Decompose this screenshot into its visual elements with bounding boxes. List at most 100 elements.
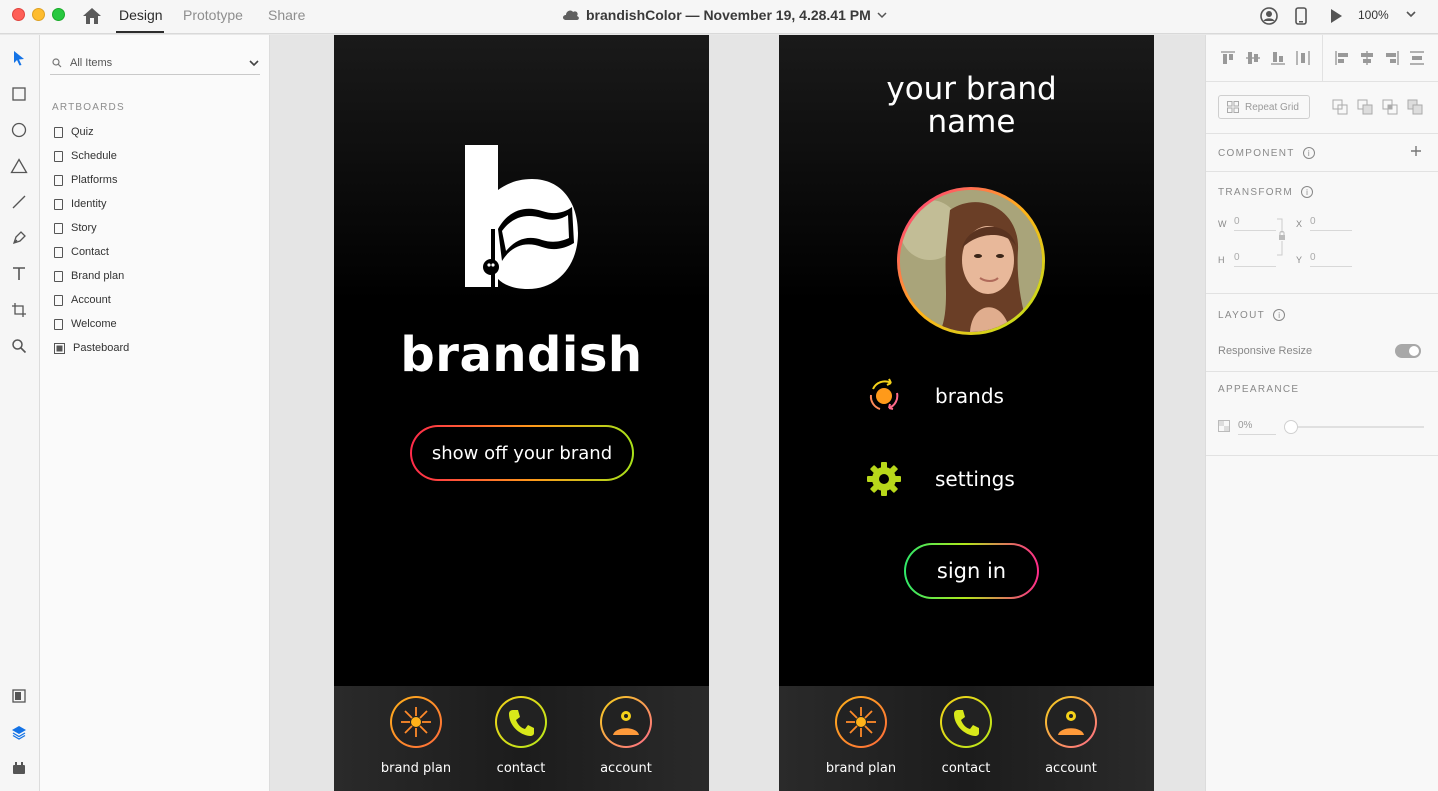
align-bottom-icon[interactable] (1270, 50, 1286, 66)
info-icon[interactable]: i (1301, 186, 1314, 198)
zoom-chevron-down-icon[interactable] (1405, 9, 1417, 19)
align-center-icon[interactable] (1359, 50, 1375, 66)
align-left-icon[interactable] (1334, 50, 1350, 66)
artboard-page-icon (54, 222, 63, 234)
chevron-down-icon[interactable] (248, 58, 260, 68)
opacity-slider-handle[interactable] (1284, 420, 1298, 434)
artboard-account[interactable]: your brand name brands settings sign in … (779, 35, 1154, 791)
assets-panel-button[interactable] (8, 685, 30, 707)
window-close-button[interactable] (12, 8, 25, 21)
responsive-resize-label: Responsive Resize (1218, 345, 1313, 357)
artboard-page-icon (54, 198, 63, 210)
artboard-item-story[interactable]: Story (54, 219, 97, 237)
info-icon[interactable]: i (1273, 309, 1286, 321)
window-maximize-button[interactable] (52, 8, 65, 21)
brandish-logo-icon (465, 145, 578, 289)
nav-brand-plan[interactable]: brand plan (816, 696, 906, 776)
artboard-item-quiz[interactable]: Quiz (54, 123, 94, 141)
user-account-icon[interactable] (1259, 6, 1279, 26)
window-minimize-button[interactable] (32, 8, 45, 21)
width-label: W (1218, 219, 1227, 229)
artboard-item-identity[interactable]: Identity (54, 195, 106, 213)
tab-share[interactable]: Share (268, 7, 305, 23)
appearance-label: APPEARANCE (1218, 384, 1300, 395)
artboard-tool[interactable] (8, 299, 30, 321)
document-title[interactable]: brandishColor — November 19, 4.28.41 PM (562, 7, 887, 23)
pointer-icon (14, 51, 24, 66)
artboard-item-welcome[interactable]: Welcome (54, 315, 117, 333)
info-icon[interactable]: i (1302, 147, 1315, 159)
y-field[interactable]: 0 (1310, 252, 1352, 267)
artboard-welcome[interactable]: brandish show off your brand brand plan … (334, 35, 709, 791)
nav-brand-plan[interactable]: brand plan (371, 696, 461, 776)
opacity-slider-track[interactable] (1292, 426, 1424, 428)
add-component-icon[interactable] (1410, 145, 1422, 157)
sign-in-label: sign in (906, 545, 1037, 597)
menu-item-brands[interactable]: brands (865, 377, 1004, 415)
opacity-field[interactable]: 0% (1238, 420, 1276, 435)
sign-in-button[interactable]: sign in (904, 543, 1039, 599)
width-field[interactable]: 0 (1234, 216, 1276, 231)
menu-item-settings[interactable]: settings (865, 460, 1015, 498)
section-divider (1206, 371, 1438, 372)
menu-label-brands: brands (935, 384, 1004, 408)
nav-label: brand plan (380, 761, 452, 776)
design-canvas[interactable]: brandish show off your brand brand plan … (270, 35, 1205, 791)
artboard-item-account[interactable]: Account (54, 291, 111, 309)
play-preview-icon[interactable] (1328, 6, 1344, 26)
tab-prototype[interactable]: Prototype (183, 7, 243, 23)
nav-label: contact (496, 761, 546, 776)
tab-design[interactable]: Design (119, 7, 163, 23)
nav-account[interactable]: account (581, 696, 671, 776)
profile-photo-ring[interactable] (897, 187, 1045, 335)
responsive-resize-toggle[interactable] (1395, 344, 1421, 358)
layers-icon (12, 726, 26, 740)
artboard-page-icon (54, 174, 63, 186)
zoom-tool[interactable] (8, 335, 30, 357)
boolean-intersect-icon[interactable] (1382, 99, 1398, 115)
layers-panel-button[interactable] (8, 721, 30, 743)
align-right-icon[interactable] (1384, 50, 1400, 66)
distribute-horizontal-icon[interactable] (1295, 50, 1311, 66)
boolean-subtract-icon[interactable] (1357, 99, 1373, 115)
nav-contact[interactable]: contact (476, 696, 566, 776)
line-tool[interactable] (8, 191, 30, 213)
zoom-level[interactable]: 100% (1358, 8, 1389, 22)
distribute-vertical-icon[interactable] (1409, 50, 1425, 66)
nav-account[interactable]: account (1026, 696, 1116, 776)
x-field[interactable]: 0 (1310, 216, 1352, 231)
height-field[interactable]: 0 (1234, 252, 1276, 267)
artboard-item-contact[interactable]: Contact (54, 243, 109, 261)
lock-aspect-icon[interactable] (1276, 217, 1286, 257)
brands-cycle-icon (869, 378, 899, 410)
artboard-item-schedule[interactable]: Schedule (54, 147, 117, 165)
show-off-brand-button[interactable]: show off your brand (410, 425, 634, 481)
triangle-icon (10, 158, 28, 174)
nav-contact[interactable]: contact (921, 696, 1011, 776)
chevron-down-icon (877, 12, 887, 19)
rectangle-tool[interactable] (8, 83, 30, 105)
boolean-exclude-icon[interactable] (1407, 99, 1423, 115)
repeat-grid-button[interactable]: Repeat Grid (1218, 95, 1310, 119)
home-icon[interactable] (82, 6, 102, 26)
bottom-nav-account: brand plan contact account (779, 686, 1154, 791)
plugins-panel-button[interactable] (8, 757, 30, 779)
select-tool[interactable] (8, 47, 30, 69)
boolean-add-icon[interactable] (1332, 99, 1348, 115)
layers-panel: All Items ARTBOARDS Quiz Schedule Platfo… (40, 35, 270, 791)
tools-toolbar (0, 35, 40, 791)
artboard-item-label: Account (71, 294, 111, 306)
ellipse-tool[interactable] (8, 119, 30, 141)
y-label: Y (1296, 255, 1303, 265)
pen-tool[interactable] (8, 227, 30, 249)
device-preview-icon[interactable] (1293, 6, 1309, 26)
artboard-item-pasteboard[interactable]: Pasteboard (54, 339, 129, 357)
align-middle-icon[interactable] (1245, 50, 1261, 66)
align-top-icon[interactable] (1220, 50, 1236, 66)
text-tool[interactable] (8, 263, 30, 285)
artboard-item-brand-plan[interactable]: Brand plan (54, 267, 124, 285)
nav-icon-ring (390, 696, 442, 748)
artboard-item-platforms[interactable]: Platforms (54, 171, 117, 189)
layers-search-input[interactable]: All Items (50, 51, 260, 75)
polygon-tool[interactable] (8, 155, 30, 177)
